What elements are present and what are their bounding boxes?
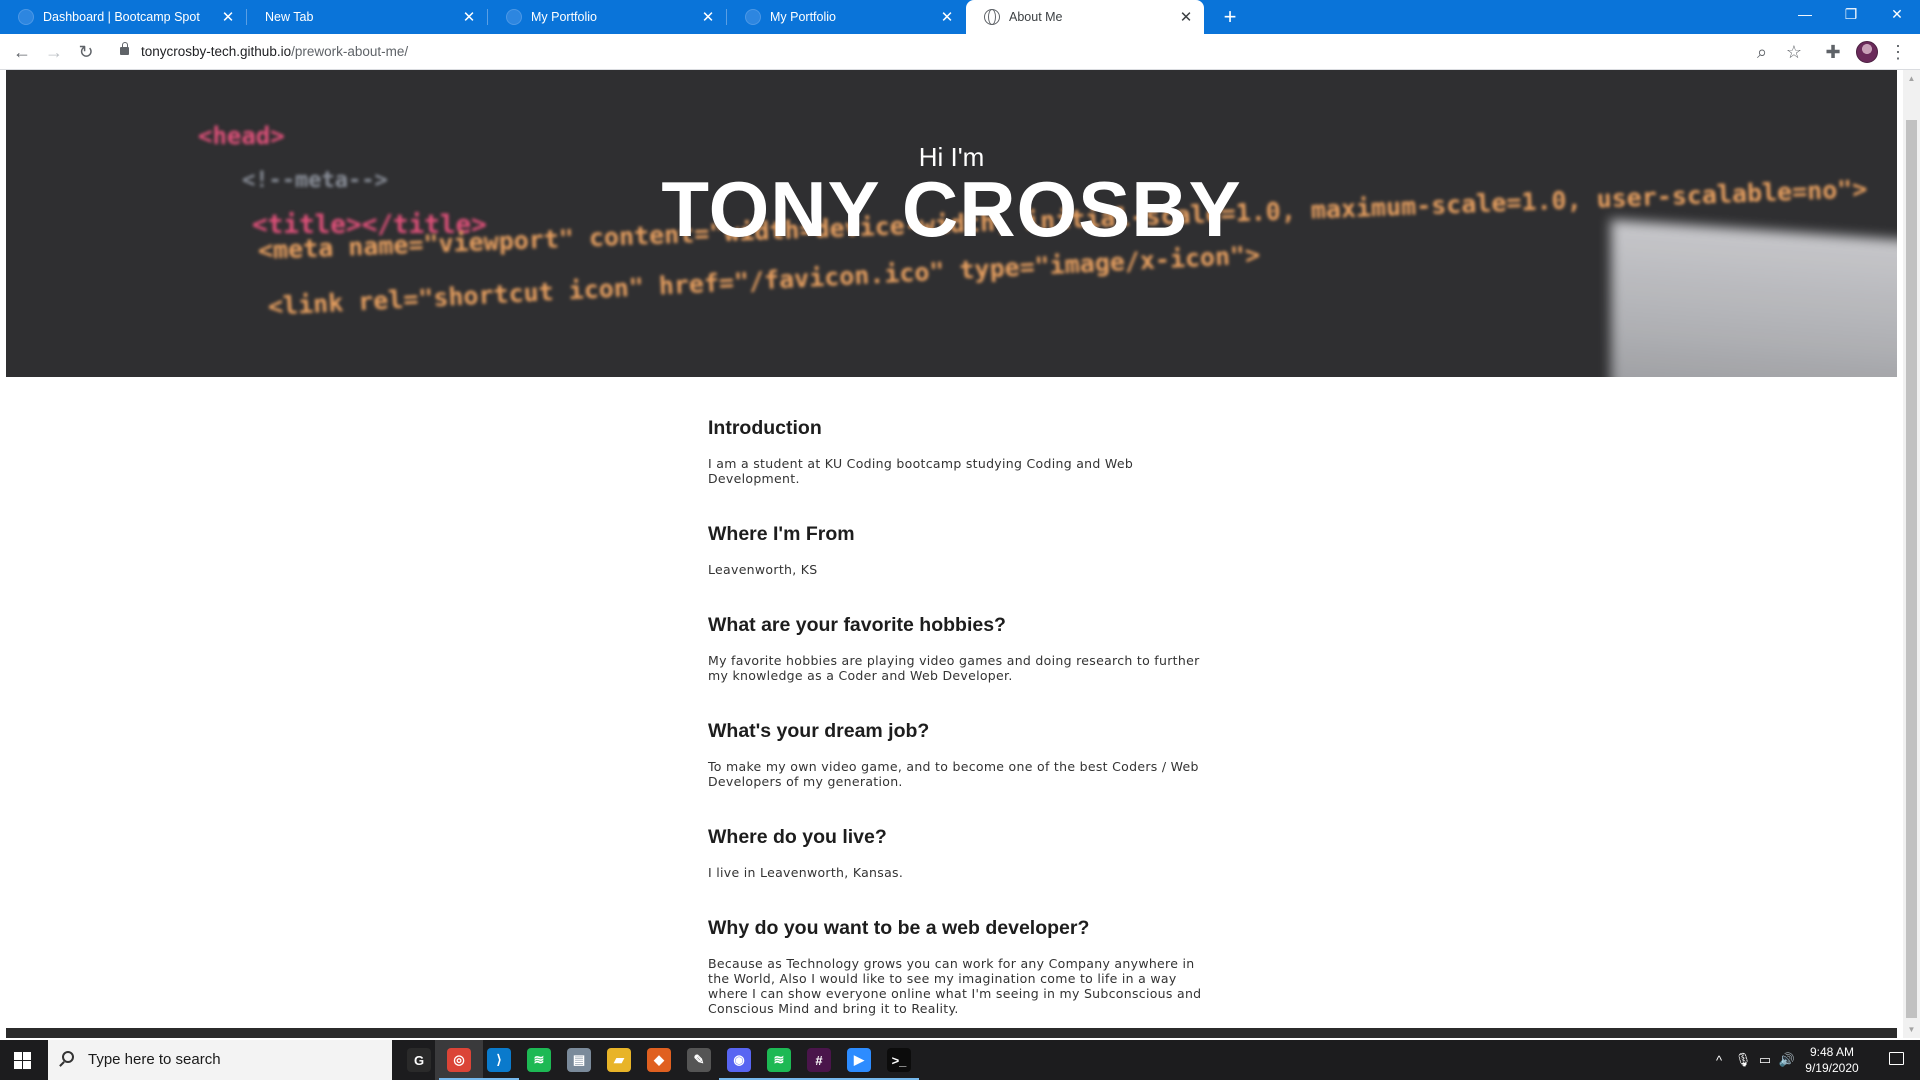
firebrand-icon: ◆ [647, 1048, 671, 1072]
clock-date: 9/19/2020 [1805, 1061, 1859, 1075]
web-page: <head> <!--meta--> <title></title> <meta… [6, 70, 1897, 1028]
close-tab-icon[interactable]: ✕ [1176, 8, 1196, 26]
lock-icon [120, 42, 129, 55]
browser-toolbar: ← → ↻ tonycrosby-tech.github.io/prework-… [0, 34, 1920, 70]
close-window-button[interactable]: ✕ [1874, 0, 1920, 30]
tab-strip: Dashboard | Bootcamp Spot ✕ New Tab ✕ My… [0, 0, 1920, 34]
section-where-from: Where I'm From Leavenworth, KS [708, 523, 1208, 577]
tab-title: My Portfolio [770, 10, 836, 24]
minimize-button[interactable]: — [1782, 0, 1828, 30]
scroll-up-arrow-icon[interactable]: ▲ [1903, 70, 1920, 87]
section-body: My favorite hobbies are playing video ga… [708, 653, 1200, 683]
section-body: I am a student at KU Coding bootcamp stu… [708, 456, 1134, 486]
portfolio-favicon-icon [506, 9, 522, 25]
windows-logo-icon [14, 1052, 22, 1060]
close-tab-icon[interactable]: ✕ [218, 8, 238, 26]
section-heading: What's your dream job? [708, 720, 930, 742]
chrome-icon: ◎ [447, 1048, 471, 1072]
tab-bootcamp-spot[interactable]: Dashboard | Bootcamp Spot ✕ [0, 0, 246, 34]
zoom-icon[interactable]: ⌕ [1750, 40, 1774, 64]
browser-menu-icon[interactable]: ⋮ [1886, 40, 1910, 64]
start-button[interactable] [0, 1040, 46, 1080]
portfolio-favicon-icon [745, 9, 761, 25]
microphone-icon[interactable]: 🎙 [1732, 1040, 1754, 1080]
section-why-web-developer: Why do you want to be a web developer? B… [708, 917, 1208, 1016]
notification-icon [1889, 1052, 1904, 1065]
tab-title: About Me [1009, 10, 1063, 24]
reload-button[interactable]: ↻ [74, 40, 98, 64]
section-dream-job: What's your dream job? To make my own vi… [708, 720, 1208, 789]
new-tab-button[interactable]: + [1216, 4, 1244, 30]
search-placeholder: Type here to search [88, 1051, 221, 1068]
discord-icon: ◉ [727, 1048, 751, 1072]
g-hub-icon: G [407, 1048, 431, 1072]
section-introduction: Introduction I am a student at KU Coding… [708, 417, 1208, 486]
extensions-icon[interactable]: ✚ [1821, 40, 1845, 64]
close-tab-icon[interactable]: ✕ [459, 8, 479, 26]
url-host: tonycrosby-tech.github.io [141, 44, 292, 59]
scroll-thumb[interactable] [1906, 120, 1917, 1018]
tab-title: My Portfolio [531, 10, 597, 24]
close-tab-icon[interactable]: ✕ [698, 8, 718, 26]
terminal-icon: >_ [887, 1048, 911, 1072]
section-where-live: Where do you live? I live in Leavenworth… [708, 826, 1208, 880]
section-body: I live in Leavenworth, Kansas. [708, 865, 904, 880]
url-text[interactable]: tonycrosby-tech.github.io/prework-about-… [141, 44, 408, 59]
restore-button[interactable]: ❐ [1828, 0, 1874, 30]
section-body: To make my own video game, and to become… [708, 759, 1199, 789]
windows-taskbar: Type here to search G ◎ ⟩ ≋ ▤ ▰ ◆ ✎ ◉ ≋ # ▶ >_ ^ 🎙 ▭… [0, 1040, 1920, 1080]
page-scrollbar[interactable]: ▲ ▼ [1903, 70, 1920, 1038]
windows-logo-icon [14, 1061, 22, 1069]
back-button[interactable]: ← [10, 40, 34, 64]
zoom-icon: ▶ [847, 1048, 871, 1072]
network-icon[interactable]: ▭ [1754, 1040, 1776, 1080]
spotify-icon: ≋ [527, 1048, 551, 1072]
taskbar-search-box[interactable]: Type here to search [48, 1040, 392, 1080]
tab-my-portfolio-1[interactable]: My Portfolio ✕ [488, 0, 726, 34]
vscode-icon: ⟩ [487, 1048, 511, 1072]
spotify-alt-icon: ≋ [767, 1048, 791, 1072]
bookmark-star-icon[interactable]: ☆ [1782, 40, 1806, 64]
tab-my-portfolio-2[interactable]: My Portfolio ✕ [727, 0, 965, 34]
section-hobbies: What are your favorite hobbies? My favor… [708, 614, 1208, 683]
clock-time: 9:48 AM [1809, 1045, 1855, 1059]
scroll-down-arrow-icon[interactable]: ▼ [1903, 1021, 1920, 1038]
taskbar-app-button[interactable]: >_ [875, 1040, 923, 1080]
address-bar[interactable]: tonycrosby-tech.github.io/prework-about-… [108, 37, 1788, 67]
tab-new-tab[interactable]: New Tab ✕ [247, 0, 487, 34]
page-footer [6, 1028, 1897, 1038]
section-body: Leavenworth, KS [708, 562, 818, 577]
windows-logo-icon [23, 1052, 31, 1060]
taskbar-clock[interactable]: 9:48 AM 9/19/2020 [1792, 1044, 1872, 1076]
action-center-button[interactable] [1872, 1040, 1920, 1080]
tab-about-me[interactable]: About Me ✕ [966, 0, 1204, 34]
section-heading: Where I'm From [708, 523, 855, 545]
tab-title: New Tab [265, 10, 314, 24]
profile-avatar[interactable] [1856, 41, 1878, 63]
section-heading: What are your favorite hobbies? [708, 614, 1006, 636]
search-icon [62, 1051, 74, 1063]
notepad-icon: ▤ [567, 1048, 591, 1072]
url-path: /prework-about-me/ [291, 44, 409, 59]
globe-icon [984, 9, 1000, 25]
section-heading: Why do you want to be a web developer? [708, 917, 1090, 939]
hero-banner: <head> <!--meta--> <title></title> <meta… [6, 70, 1897, 377]
windows-logo-icon [23, 1061, 31, 1069]
show-hidden-icons-chevron-icon[interactable]: ^ [1708, 1040, 1730, 1080]
forward-button[interactable]: → [42, 40, 66, 64]
hero-name: TONY CROSBY [661, 165, 1242, 253]
close-tab-icon[interactable]: ✕ [937, 8, 957, 26]
slack-icon: # [807, 1048, 831, 1072]
section-body: Because as Technology grows you can work… [708, 956, 1202, 1016]
tab-title: Dashboard | Bootcamp Spot [43, 10, 200, 24]
section-heading: Introduction [708, 417, 822, 439]
snip-icon: ✎ [687, 1048, 711, 1072]
file-explorer-icon: ▰ [607, 1048, 631, 1072]
bootcamp-spot-favicon-icon [18, 9, 34, 25]
section-heading: Where do you live? [708, 826, 887, 848]
